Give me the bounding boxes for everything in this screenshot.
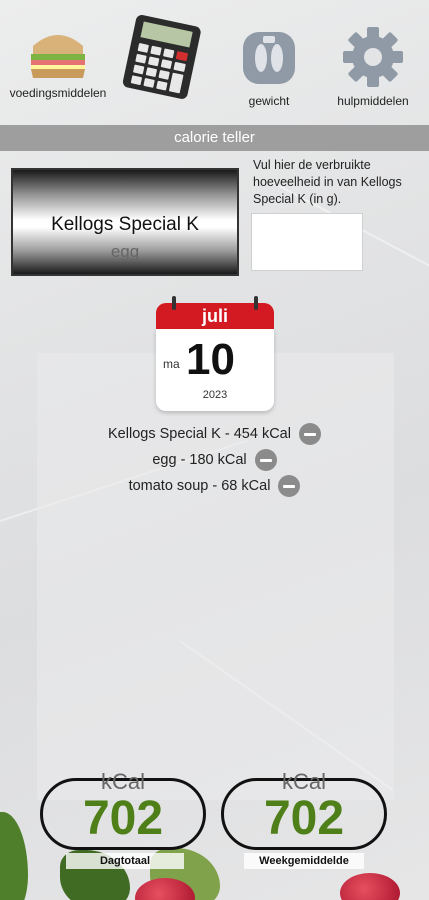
nav-item-calculator[interactable]	[116, 12, 208, 100]
daily-total-label: Dagtotaal	[66, 853, 184, 869]
amount-input[interactable]	[251, 213, 363, 271]
weekly-average-counter: kCal 702	[221, 769, 387, 850]
radish-decoration	[340, 873, 400, 900]
weekly-average-label: Weekgemiddelde	[244, 853, 364, 869]
nav-label-hulpmiddelen: hulpmiddelen	[337, 94, 409, 108]
date-calendar[interactable]: juli ma 10 2023	[156, 296, 274, 412]
food-picker[interactable]: Kellogs Special K egg	[11, 168, 239, 276]
amount-hint: Vul hier de verbruikte hoeveelheid in va…	[253, 158, 402, 206]
entry-text: Kellogs Special K - 454 kCal	[108, 426, 291, 442]
daily-total-value: 702	[82, 792, 164, 845]
calendar-weekday: ma	[163, 357, 180, 371]
daily-total-counter: kCal 702	[40, 769, 206, 850]
scale-icon	[243, 32, 295, 84]
entry-text: egg - 180 kCal	[152, 452, 247, 468]
list-item: tomato soup - 68 kCal	[0, 473, 429, 499]
remove-icon[interactable]	[298, 423, 321, 445]
entries-list: Kellogs Special K - 454 kCal egg - 180 k…	[0, 421, 429, 499]
calendar-body: ma 10 2023	[156, 329, 274, 411]
calculator-icon	[122, 15, 201, 99]
gear-icon	[343, 27, 403, 87]
calendar-ring	[172, 296, 176, 310]
nav-item-gewicht[interactable]: gewicht	[234, 26, 304, 108]
sandwich-icon	[31, 35, 85, 78]
calendar-ring	[254, 296, 258, 310]
nav-label-voedingsmiddelen: voedingsmiddelen	[9, 86, 107, 100]
page-title: calorie teller	[0, 125, 429, 151]
nav-item-hulpmiddelen[interactable]: hulpmiddelen	[328, 24, 418, 108]
remove-icon[interactable]	[278, 475, 301, 497]
calendar-year: 2023	[202, 389, 228, 401]
weekly-average-value: 702	[263, 792, 345, 845]
top-nav: voedingsmiddelen gewicht hulpmiddelen	[0, 0, 429, 120]
remove-icon[interactable]	[254, 449, 277, 471]
entry-text: tomato soup - 68 kCal	[128, 478, 271, 494]
nav-item-voedingsmiddelen[interactable]: voedingsmiddelen	[4, 24, 112, 100]
picker-next-item[interactable]: egg	[13, 242, 237, 262]
picker-selected-item[interactable]: Kellogs Special K	[13, 214, 237, 236]
nav-label-gewicht: gewicht	[248, 94, 290, 108]
calendar-day: 10	[186, 335, 235, 384]
list-item: egg - 180 kCal	[0, 447, 429, 473]
vegetable-decoration	[0, 812, 28, 900]
list-item: Kellogs Special K - 454 kCal	[0, 421, 429, 447]
